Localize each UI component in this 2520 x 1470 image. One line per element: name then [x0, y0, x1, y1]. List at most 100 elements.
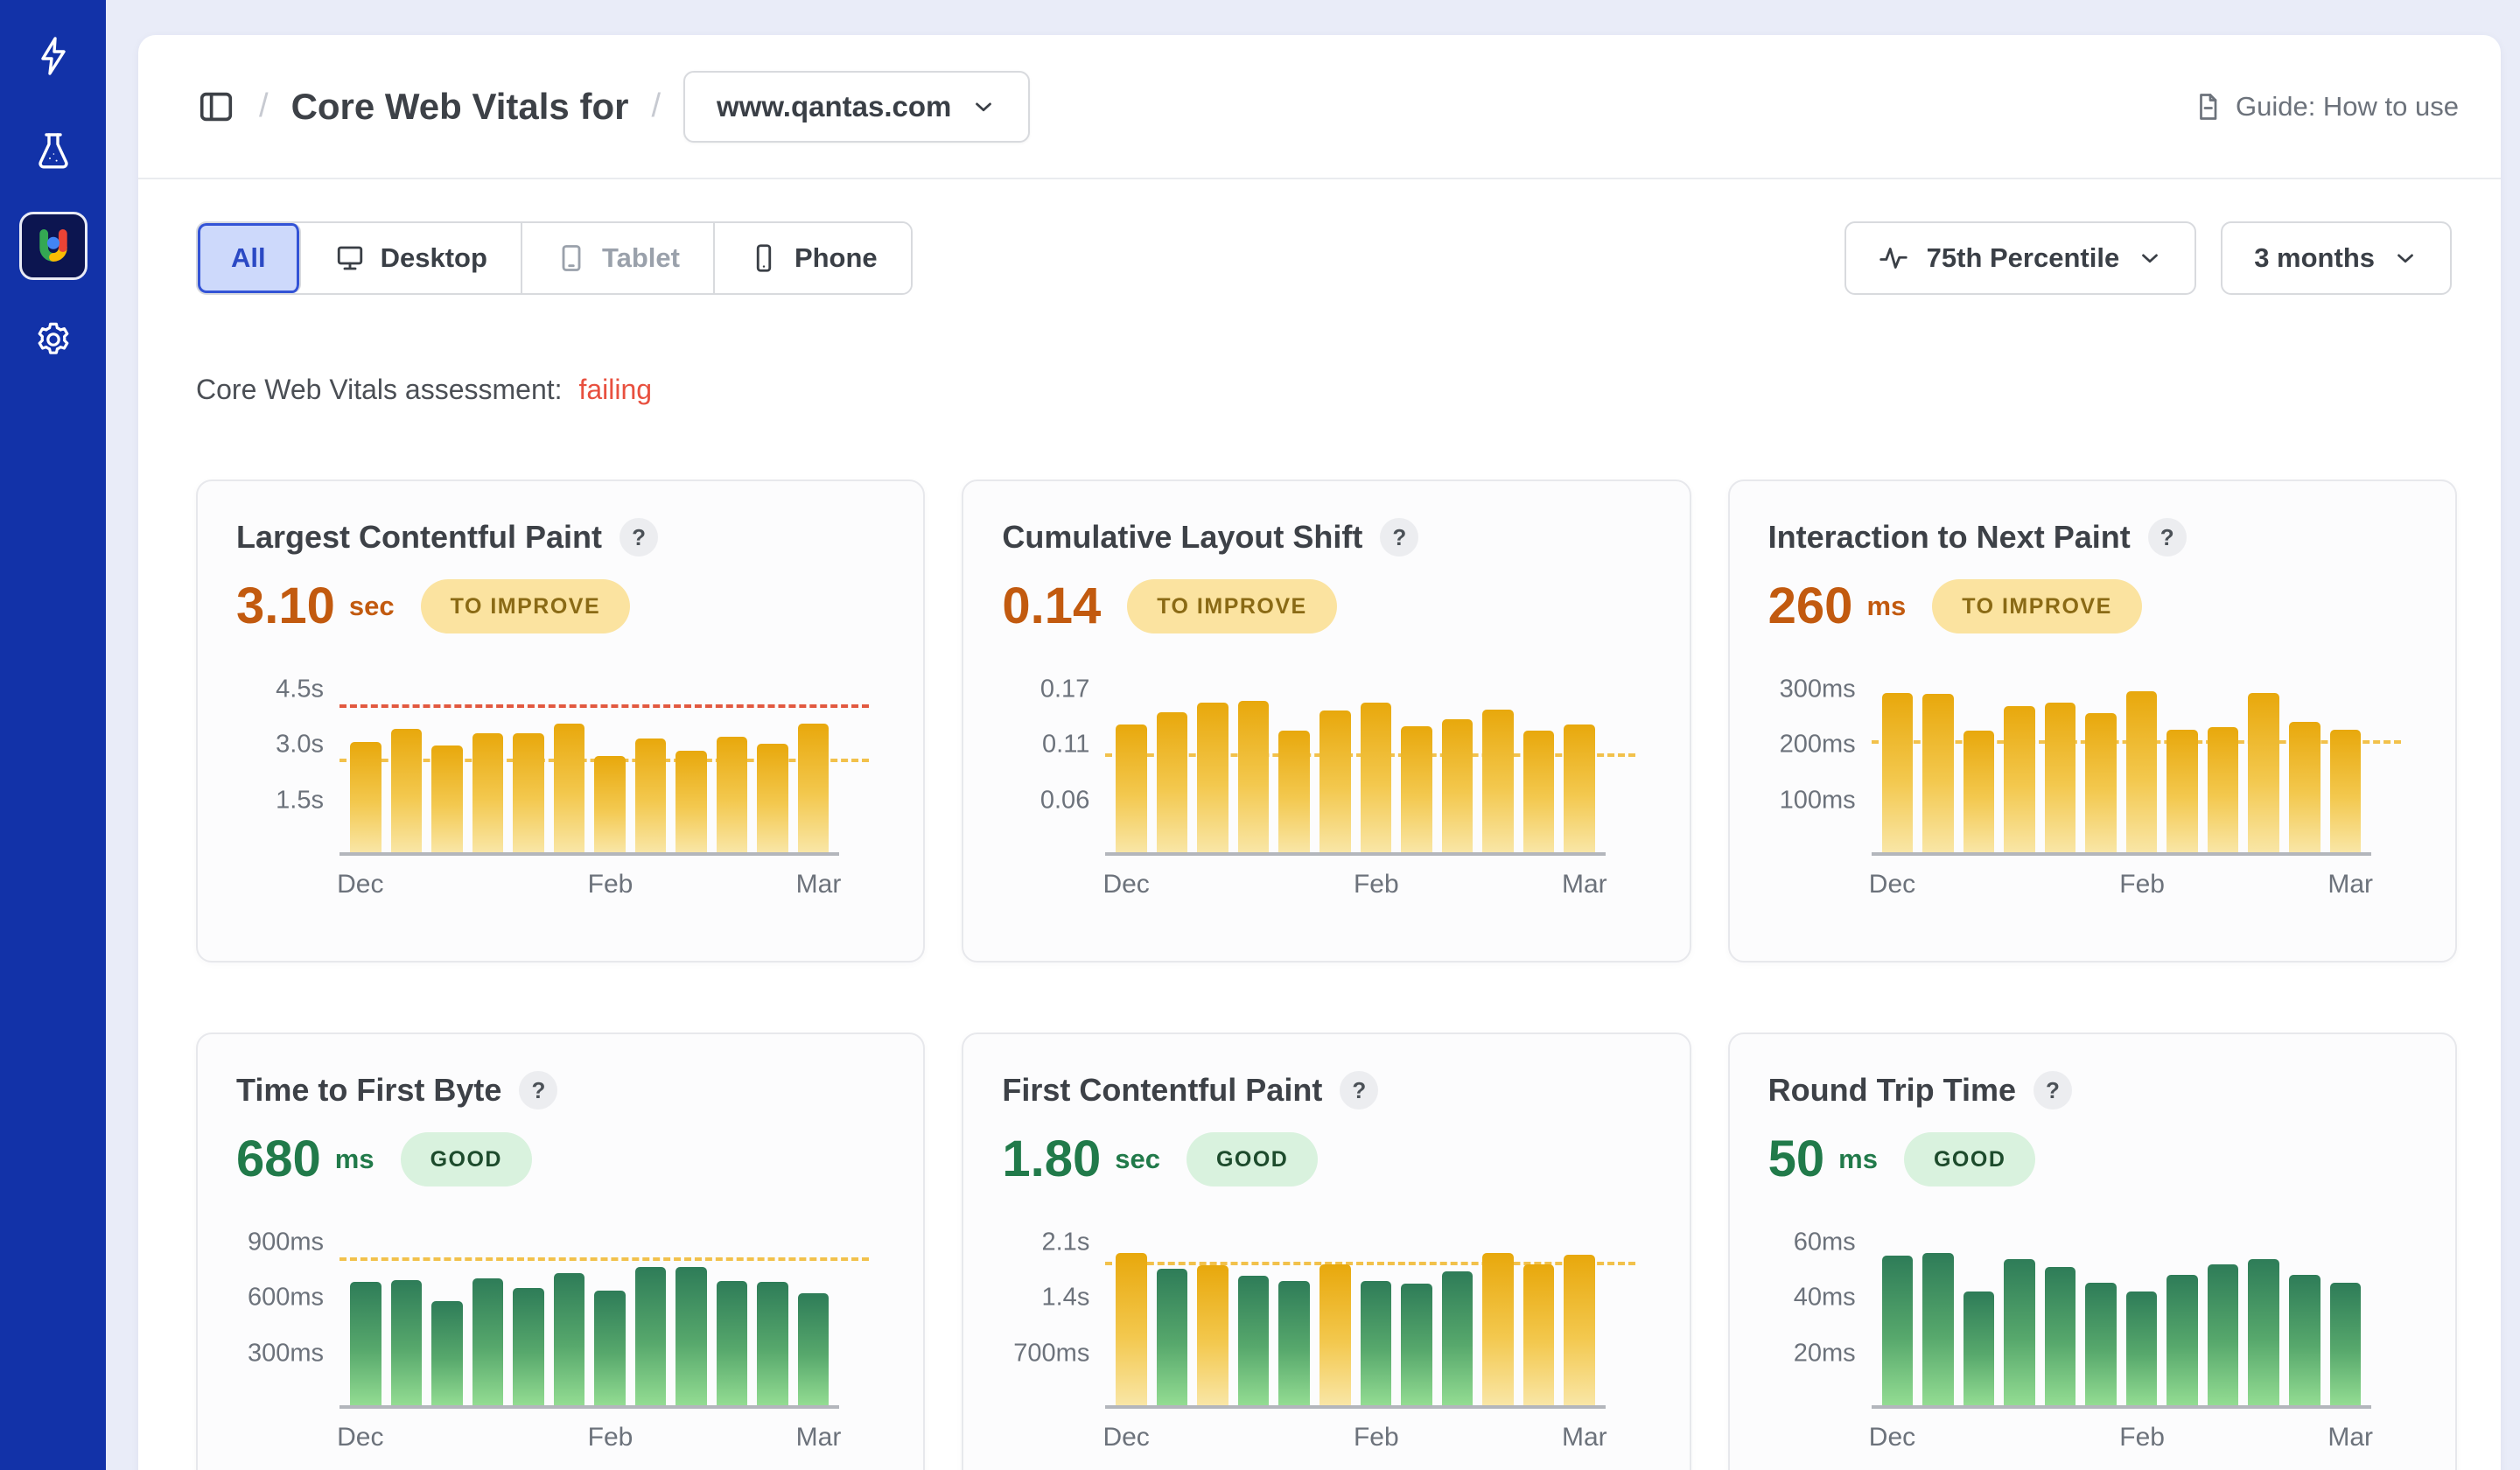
chart-bar[interactable]	[1197, 703, 1228, 852]
chart-bar[interactable]	[635, 738, 667, 852]
chart-bar[interactable]	[1278, 731, 1310, 852]
chart-bar[interactable]	[1564, 1255, 1595, 1405]
chart-bar[interactable]	[1882, 1256, 1914, 1405]
chart-bar[interactable]	[1116, 724, 1147, 852]
chart-bar[interactable]	[2126, 691, 2158, 852]
chart-bar[interactable]	[2248, 1259, 2279, 1405]
chart-bar[interactable]	[2330, 1283, 2362, 1405]
chart-bar[interactable]	[431, 746, 463, 852]
chart-bar[interactable]	[1482, 710, 1514, 852]
chart-bar[interactable]	[2289, 722, 2320, 852]
chart-plot-column: DecFebMar	[340, 1234, 839, 1460]
app-logo[interactable]	[19, 212, 88, 280]
chart-bar[interactable]	[757, 1282, 788, 1405]
flask-icon[interactable]	[32, 130, 74, 172]
chart-bar[interactable]	[2045, 1267, 2076, 1405]
chart-bar[interactable]	[2085, 713, 2117, 852]
chart-bar[interactable]	[1116, 1253, 1147, 1405]
chart-bar[interactable]	[1197, 1265, 1228, 1405]
card-title: Largest Contentful Paint	[236, 519, 602, 556]
chart-bar[interactable]	[1523, 1264, 1555, 1405]
chart-bar[interactable]	[513, 733, 544, 852]
chart-bar[interactable]	[1523, 731, 1555, 852]
chart-bar[interactable]	[2126, 1292, 2158, 1405]
chart-bars	[350, 1234, 829, 1405]
chart-bar[interactable]	[1238, 1276, 1270, 1405]
y-tick-label: 40ms	[1794, 1285, 1856, 1311]
chart-bar[interactable]	[757, 744, 788, 852]
percentile-dropdown[interactable]: 75th Percentile	[1844, 221, 2197, 295]
chart-bar[interactable]	[472, 1278, 504, 1405]
chart-bar[interactable]	[1401, 726, 1432, 852]
y-tick-label: 700ms	[1013, 1340, 1089, 1366]
lightning-icon[interactable]	[32, 35, 74, 77]
chart-bar[interactable]	[513, 1288, 544, 1405]
guide-link[interactable]: Guide: How to use	[2192, 91, 2459, 122]
chart-bar[interactable]	[1157, 712, 1188, 852]
tab-all[interactable]: All	[198, 223, 301, 293]
chart-bar[interactable]	[1238, 701, 1270, 852]
y-tick-label: 0.11	[1042, 732, 1089, 758]
tab-desktop[interactable]: Desktop	[301, 223, 522, 293]
chart-bar[interactable]	[2166, 1275, 2198, 1405]
help-icon[interactable]: ?	[2034, 1071, 2072, 1110]
chart-bar[interactable]	[1157, 1269, 1188, 1405]
chart-bar[interactable]	[1482, 1253, 1514, 1405]
gear-icon[interactable]	[32, 318, 74, 360]
chart-plot-area	[340, 1234, 839, 1409]
chart-bar[interactable]	[1361, 1281, 1392, 1405]
tab-phone[interactable]: Phone	[715, 223, 911, 293]
help-icon[interactable]: ?	[1380, 518, 1418, 556]
chart-bar[interactable]	[2330, 730, 2362, 852]
sidebar-toggle-icon[interactable]	[196, 87, 236, 127]
x-axis-label: Feb	[1354, 1423, 1399, 1452]
chart-bar[interactable]	[1964, 731, 1995, 852]
chart-bar[interactable]	[472, 733, 504, 852]
chart-bar[interactable]	[2208, 1264, 2239, 1405]
chart-bar[interactable]	[676, 1267, 707, 1405]
chart-bar[interactable]	[2045, 703, 2076, 852]
chart-bar[interactable]	[676, 751, 707, 852]
y-tick-label: 20ms	[1794, 1340, 1856, 1366]
help-icon[interactable]: ?	[1340, 1071, 1378, 1110]
chart-bar[interactable]	[431, 1301, 463, 1405]
chart-bar[interactable]	[1442, 1271, 1474, 1405]
chart-bar[interactable]	[350, 742, 382, 852]
chart-bar[interactable]	[717, 737, 748, 852]
chart-bar[interactable]	[554, 1273, 585, 1405]
chart-bar[interactable]	[1564, 724, 1595, 852]
chart-bar[interactable]	[594, 1291, 626, 1405]
chart-bar[interactable]	[594, 756, 626, 852]
chart-bar[interactable]	[2208, 727, 2239, 852]
chart-bar[interactable]	[1442, 719, 1474, 852]
chart-bar[interactable]	[554, 724, 585, 852]
site-dropdown[interactable]: www.qantas.com	[683, 71, 1030, 143]
help-icon[interactable]: ?	[519, 1071, 557, 1110]
chart-bar[interactable]	[2248, 693, 2279, 852]
chart-bar[interactable]	[798, 1293, 830, 1405]
chart-bar[interactable]	[1964, 1292, 1995, 1405]
chart-bar[interactable]	[391, 1280, 423, 1405]
tab-tablet[interactable]: Tablet	[522, 223, 715, 293]
chart-bar[interactable]	[350, 1282, 382, 1405]
chart-bar[interactable]	[1922, 1253, 1954, 1405]
chart-bar[interactable]	[1320, 710, 1351, 852]
chart-bar[interactable]	[2004, 1259, 2035, 1405]
chart-bar[interactable]	[1278, 1281, 1310, 1405]
chart-bar[interactable]	[2166, 730, 2198, 852]
help-icon[interactable]: ?	[2148, 518, 2187, 556]
help-icon[interactable]: ?	[620, 518, 658, 556]
chart-bar[interactable]	[1922, 694, 1954, 852]
chart-bar[interactable]	[2004, 706, 2035, 852]
chart-bar[interactable]	[2085, 1283, 2117, 1405]
chart-bar[interactable]	[1320, 1264, 1351, 1405]
date-range-dropdown[interactable]: 3 months	[2221, 221, 2452, 295]
chart-bar[interactable]	[1882, 693, 1914, 852]
chart-bar[interactable]	[798, 724, 830, 852]
chart-bar[interactable]	[2289, 1275, 2320, 1405]
chart-bar[interactable]	[1401, 1284, 1432, 1405]
chart-bar[interactable]	[391, 729, 423, 852]
chart-bar[interactable]	[1361, 703, 1392, 852]
chart-bar[interactable]	[635, 1267, 667, 1405]
chart-bar[interactable]	[717, 1281, 748, 1405]
